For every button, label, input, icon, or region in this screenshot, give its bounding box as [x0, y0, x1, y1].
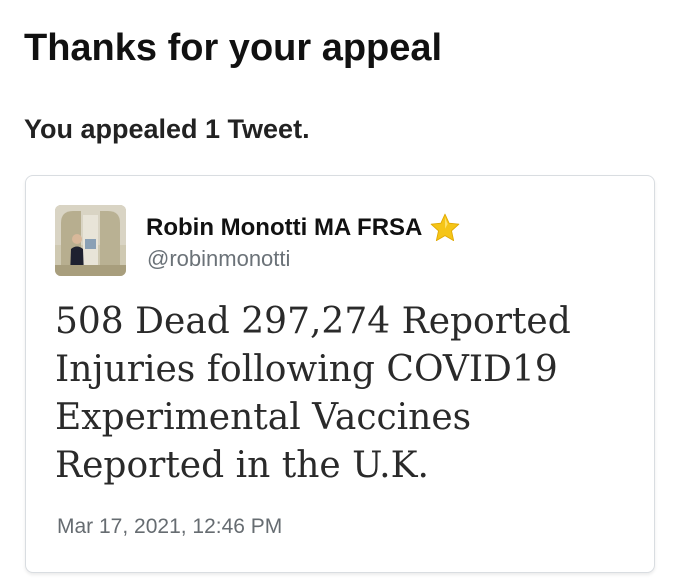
tweet-text-line: Experimental Vaccines [55, 397, 472, 438]
tweet-card[interactable]: Robin Monotti MA FRSA @robinmonotti 508 … [25, 175, 655, 573]
tweet-text-line: Injuries following COVID19 [55, 349, 558, 390]
page-title: Thanks for your appeal [24, 27, 443, 69]
tweet-timestamp[interactable]: Mar 17, 2021, 12:46 PM [57, 513, 282, 541]
star-icon [431, 213, 460, 242]
avatar-image [55, 205, 126, 276]
tweet-text: 508 Dead 297,274 Reported Injuries follo… [55, 298, 635, 490]
author-handle[interactable]: @robinmonotti [147, 245, 290, 273]
author-name[interactable]: Robin Monotti MA FRSA [146, 211, 462, 245]
tweet-text-line: 508 Dead 297,274 Reported [55, 301, 571, 342]
author-name-text: Robin Monotti MA FRSA [146, 214, 423, 241]
appeal-summary: You appealed 1 Tweet. [24, 114, 310, 144]
avatar[interactable] [55, 205, 126, 276]
tweet-text-line: Reported in the U.K. [55, 445, 429, 486]
